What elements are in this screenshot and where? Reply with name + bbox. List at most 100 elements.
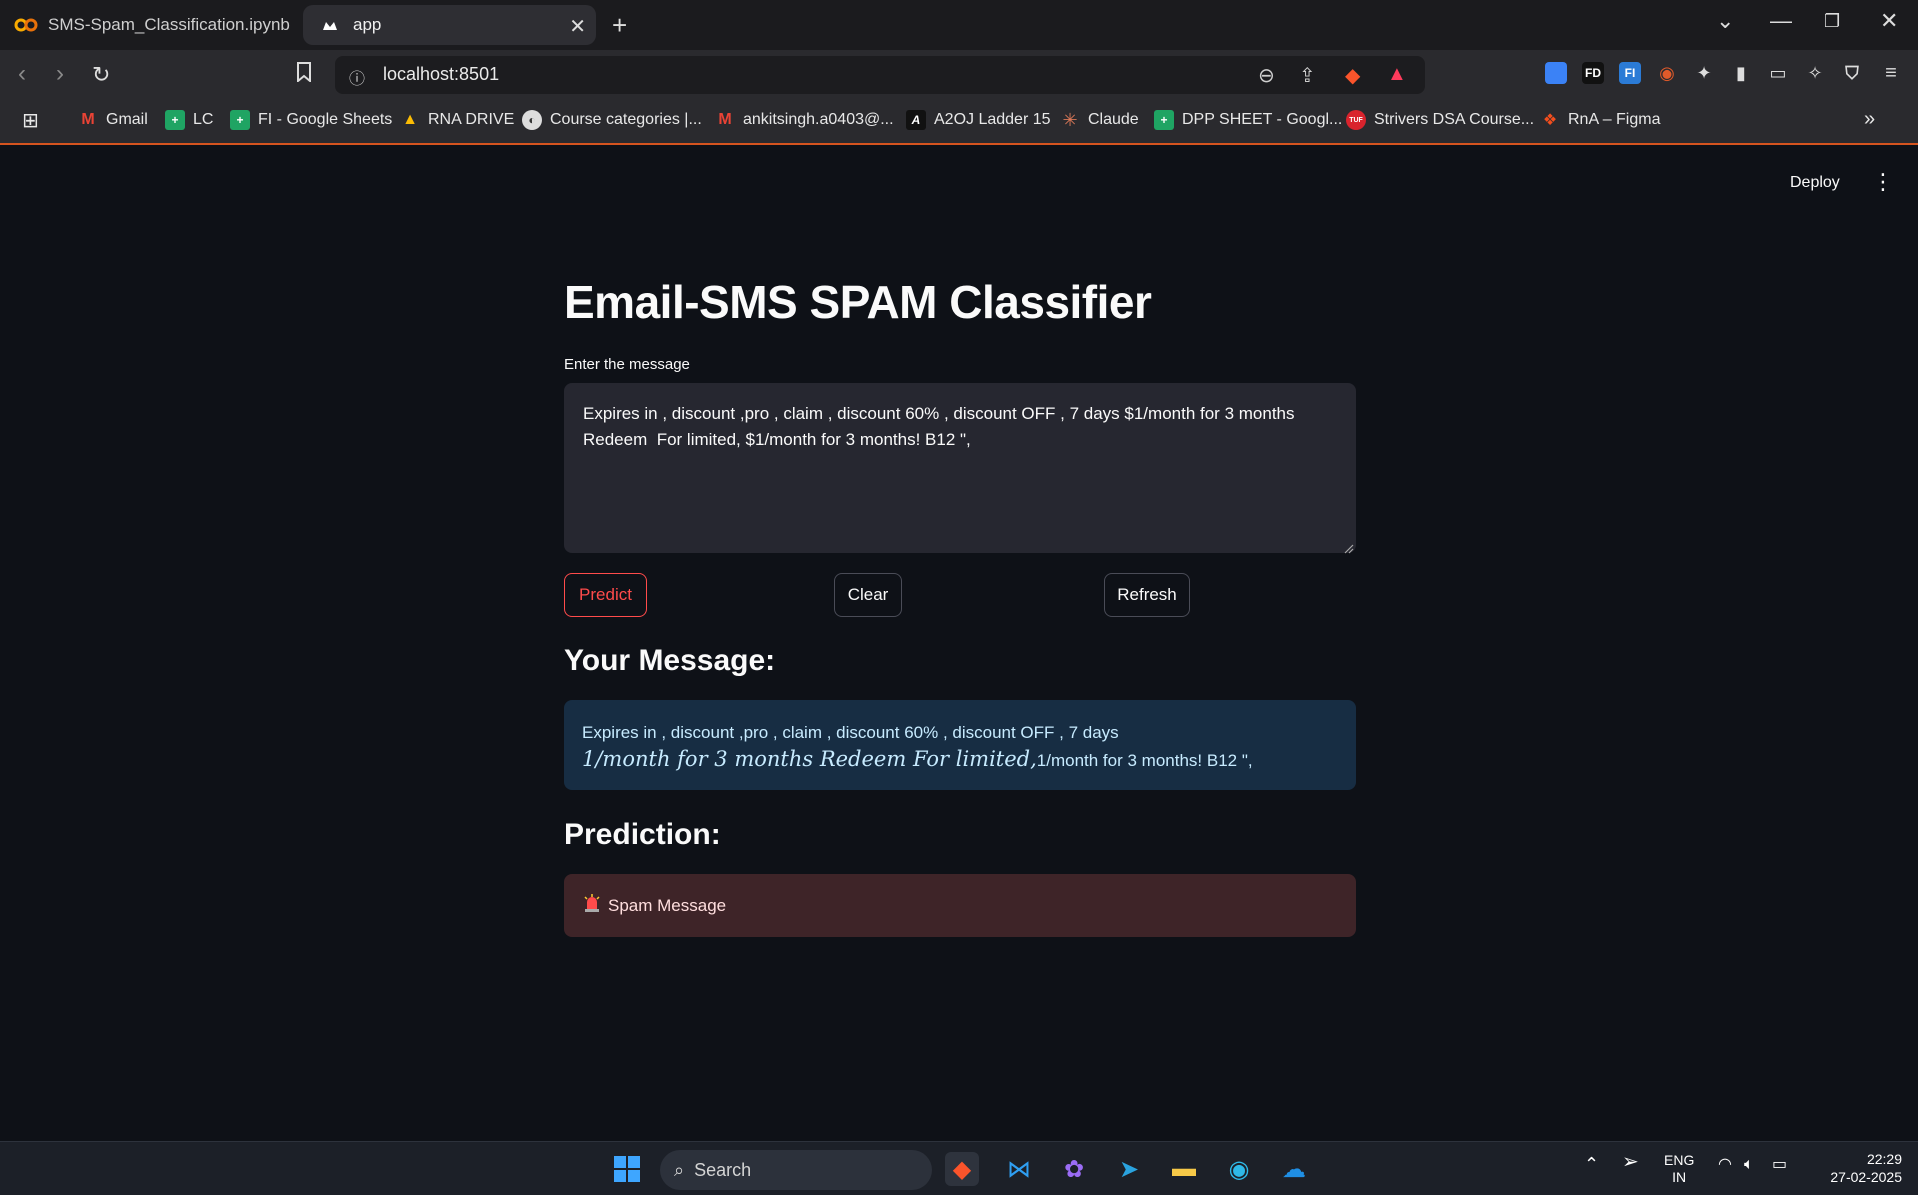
site-globe-icon: ◐ [522, 110, 542, 130]
figma-icon: ❖ [1542, 112, 1558, 129]
taskbar-clock[interactable]: 22:29 27-02-2025 [1816, 1150, 1902, 1186]
minimize-button[interactable]: — [1770, 8, 1792, 34]
bookmark-label: FI - Google Sheets [258, 111, 393, 128]
sheets-icon: + [1154, 110, 1174, 130]
tuf-icon: TUF [1346, 110, 1366, 130]
extensions-icon[interactable]: ✦ [1693, 62, 1715, 84]
clock-time: 22:29 [1866, 1151, 1902, 1167]
browser-toolbar: ‹ › ↻ ⓘ localhost:8501 ⊖ ⇪ ◆ ▲ FD FI ◉ ✦… [0, 50, 1918, 100]
message-textarea[interactable]: Expires in , discount ,pro , claim , dis… [564, 383, 1356, 553]
extension-1-icon[interactable] [1545, 62, 1567, 84]
clear-button[interactable]: Clear [834, 573, 902, 617]
forward-icon[interactable]: › [56, 60, 64, 88]
sheets-icon: + [165, 110, 185, 130]
wallet-icon[interactable]: ▭ [1767, 62, 1789, 84]
tab-app[interactable]: app ✕ [303, 5, 596, 45]
message-input-label: Enter the message [564, 356, 690, 373]
site-info-icon[interactable]: ⓘ [349, 65, 365, 89]
bookmark-gmail[interactable]: M Gmail [78, 110, 148, 130]
zoom-icon[interactable]: ⊖ [1258, 63, 1275, 88]
extension-fi-icon[interactable]: FI [1619, 62, 1641, 84]
drive-icon: ▲ [402, 111, 418, 128]
bookmark-course-categories[interactable]: ◐ Course categories |... [522, 110, 702, 130]
close-window-button[interactable]: ✕ [1880, 8, 1898, 34]
brave-rewards-icon[interactable]: ▲ [1387, 63, 1407, 86]
brave-browser-icon[interactable]: ◆ [945, 1152, 979, 1186]
message-line-2: 1/month for 3 months Redeem For limited,… [582, 746, 1338, 774]
bookmark-label: Claude [1088, 111, 1139, 128]
bookmark-label: Gmail [106, 111, 148, 128]
apps-grid-icon[interactable]: ⊞ [22, 108, 39, 133]
volume-icon[interactable]: 🔈︎ [1744, 1156, 1754, 1173]
reload-icon[interactable]: ↻ [92, 62, 110, 88]
message-math-text: 1/month for 3 months Redeem For limited, [582, 747, 1037, 771]
taskbar-search[interactable]: ⌕ Search [660, 1150, 932, 1190]
prediction-result-box: Spam Message [564, 874, 1356, 937]
bookmark-icon[interactable] [296, 62, 312, 88]
clock-date: 27-02-2025 [1830, 1169, 1902, 1185]
bookmark-gmail-account[interactable]: Mankitsingh.a0403@... [715, 110, 893, 130]
vscode-icon[interactable]: ⋈ [1002, 1152, 1036, 1186]
streamlit-app: Deploy ⋮ Email-SMS SPAM Classifier Enter… [0, 147, 1918, 1141]
sidebar-icon[interactable]: ▮ [1730, 62, 1752, 84]
wifi-icon[interactable]: ◠ [1718, 1156, 1732, 1173]
brave-shields-icon[interactable]: ◆ [1345, 63, 1360, 88]
bookmark-fi-sheets[interactable]: + FI - Google Sheets [230, 110, 392, 130]
tab-list-icon[interactable]: ⌄ [1716, 8, 1734, 34]
bookmark-label: Course categories |... [550, 111, 702, 128]
main-menu-icon[interactable]: ⋮ [1872, 169, 1894, 195]
bookmark-claude[interactable]: ✳ Claude [1060, 110, 1139, 130]
extension-fd-icon[interactable]: FD [1582, 62, 1604, 84]
gmail-icon: M [718, 111, 732, 128]
gmail-icon: M [81, 111, 95, 128]
location-icon[interactable]: ➢ [1622, 1152, 1639, 1172]
vpn-icon[interactable]: ⛉ [1841, 62, 1863, 84]
streamlit-icon [317, 19, 343, 31]
tab-title: SMS-Spam_Classification.ipynb - Co [48, 15, 294, 34]
extension-color-icon[interactable]: ◉ [1656, 62, 1678, 84]
message-info-box: Expires in , discount ,pro , claim , dis… [564, 700, 1356, 790]
language-indicator[interactable]: ENG IN [1664, 1152, 1694, 1186]
url-text: localhost:8501 [383, 64, 500, 84]
tab-colab[interactable]: SMS-Spam_Classification.ipynb - Co [14, 5, 294, 45]
bookmark-a2oj[interactable]: A A2OJ Ladder 15 [906, 110, 1051, 130]
restore-button[interactable]: ❐ [1824, 11, 1840, 32]
bookmark-rna-drive[interactable]: ▲ RNA DRIVE [400, 110, 514, 130]
copilot-icon[interactable]: ✿ [1057, 1152, 1091, 1186]
message-line-1: Expires in , discount ,pro , claim , dis… [582, 723, 1119, 742]
address-bar[interactable]: ⓘ localhost:8501 ⊖ ⇪ ◆ ▲ [335, 56, 1425, 94]
menu-icon[interactable]: ≡ [1880, 62, 1902, 84]
bookmark-lc[interactable]: + LC [165, 110, 213, 130]
prediction-heading: Prediction: [564, 818, 721, 851]
bookmark-label: Strivers DSA Course... [1374, 111, 1535, 128]
show-hidden-icons[interactable]: ⌃ [1584, 1155, 1599, 1173]
bookmark-label: RNA DRIVE [428, 111, 515, 128]
predict-button[interactable]: Predict [564, 573, 647, 617]
bookmark-figma[interactable]: ❖ RnA – Figma [1540, 110, 1661, 130]
bookmark-dpp-sheet[interactable]: + DPP SHEET - Googl... [1154, 110, 1342, 130]
bookmarks-bar: ⊞ M Gmail + LC + FI - Google Sheets ▲ RNA DR… [0, 100, 1918, 145]
sheets-icon: + [230, 110, 250, 130]
browser-tab-bar: SMS-Spam_Classification.ipynb - Co app ✕… [0, 0, 1918, 50]
your-message-heading: Your Message: [564, 644, 776, 677]
deploy-button[interactable]: Deploy [1790, 174, 1840, 192]
tab-title: app [353, 15, 382, 34]
leo-ai-icon[interactable]: ✧ [1804, 62, 1826, 84]
bookmark-label: DPP SHEET - Googl... [1182, 111, 1343, 128]
onedrive-icon[interactable]: ☁ [1277, 1152, 1311, 1186]
close-tab-icon[interactable]: ✕ [569, 14, 586, 39]
edge-icon[interactable]: ◉ [1222, 1152, 1256, 1186]
resize-handle-icon[interactable] [1344, 541, 1354, 559]
new-tab-button[interactable]: + [612, 10, 627, 41]
siren-icon [584, 894, 600, 917]
back-icon[interactable]: ‹ [18, 60, 26, 88]
refresh-button[interactable]: Refresh [1104, 573, 1190, 617]
more-bookmarks-icon[interactable]: » [1864, 108, 1875, 131]
file-explorer-icon[interactable]: ▬ [1167, 1152, 1201, 1186]
windows-start-icon[interactable] [610, 1152, 644, 1186]
bookmark-strivers[interactable]: TUF Strivers DSA Course... [1346, 110, 1534, 130]
telegram-icon[interactable]: ➤ [1112, 1152, 1146, 1186]
battery-icon[interactable]: ▭ [1772, 1156, 1787, 1173]
share-icon[interactable]: ⇪ [1299, 63, 1316, 88]
page-title: Email-SMS SPAM Classifier [564, 276, 1152, 328]
